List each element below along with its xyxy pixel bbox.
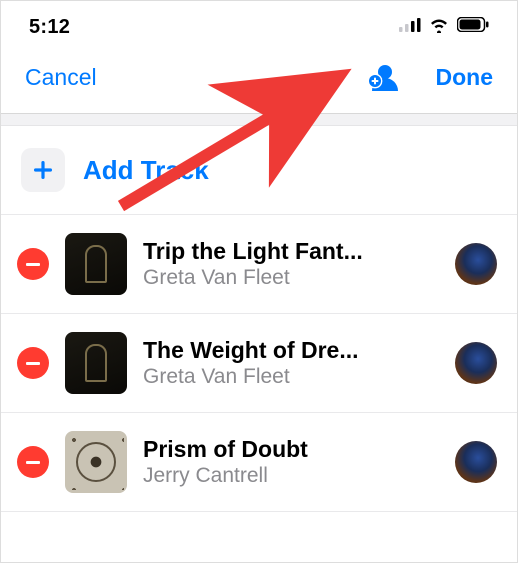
track-artist: Jerry Cantrell: [143, 464, 439, 488]
done-button[interactable]: Done: [436, 64, 494, 91]
track-row[interactable]: Prism of Doubt Jerry Cantrell: [1, 413, 517, 512]
album-art: [65, 233, 127, 295]
track-title: The Weight of Dre...: [143, 337, 439, 364]
contributor-avatar: [455, 243, 497, 285]
track-row[interactable]: Trip the Light Fant... Greta Van Fleet: [1, 215, 517, 314]
delete-track-button[interactable]: [17, 446, 49, 478]
track-artist: Greta Van Fleet: [143, 365, 439, 389]
track-artist: Greta Van Fleet: [143, 266, 439, 290]
section-gap: [1, 114, 517, 126]
track-text: Prism of Doubt Jerry Cantrell: [143, 436, 439, 488]
status-bar: 5:12: [1, 1, 517, 49]
track-row[interactable]: The Weight of Dre... Greta Van Fleet: [1, 314, 517, 413]
track-title: Prism of Doubt: [143, 436, 439, 463]
cellular-icon: [399, 18, 421, 37]
add-track-label: Add Track: [83, 155, 209, 186]
status-indicators: [399, 17, 489, 38]
cancel-button[interactable]: Cancel: [25, 64, 97, 91]
wifi-icon: [428, 17, 450, 38]
album-art: [65, 431, 127, 493]
battery-icon: [457, 17, 489, 37]
track-title: Trip the Light Fant...: [143, 238, 439, 265]
track-list: Trip the Light Fant... Greta Van Fleet T…: [1, 215, 517, 512]
contributor-avatar: [455, 441, 497, 483]
add-collaborator-icon[interactable]: [364, 59, 400, 95]
status-time: 5:12: [29, 16, 70, 39]
track-text: The Weight of Dre... Greta Van Fleet: [143, 337, 439, 389]
plus-icon: [21, 148, 65, 192]
track-text: Trip the Light Fant... Greta Van Fleet: [143, 238, 439, 290]
contributor-avatar: [455, 342, 497, 384]
nav-bar: Cancel Done: [1, 49, 517, 114]
album-art: [65, 332, 127, 394]
delete-track-button[interactable]: [17, 248, 49, 280]
delete-track-button[interactable]: [17, 347, 49, 379]
add-track-button[interactable]: Add Track: [1, 126, 517, 215]
